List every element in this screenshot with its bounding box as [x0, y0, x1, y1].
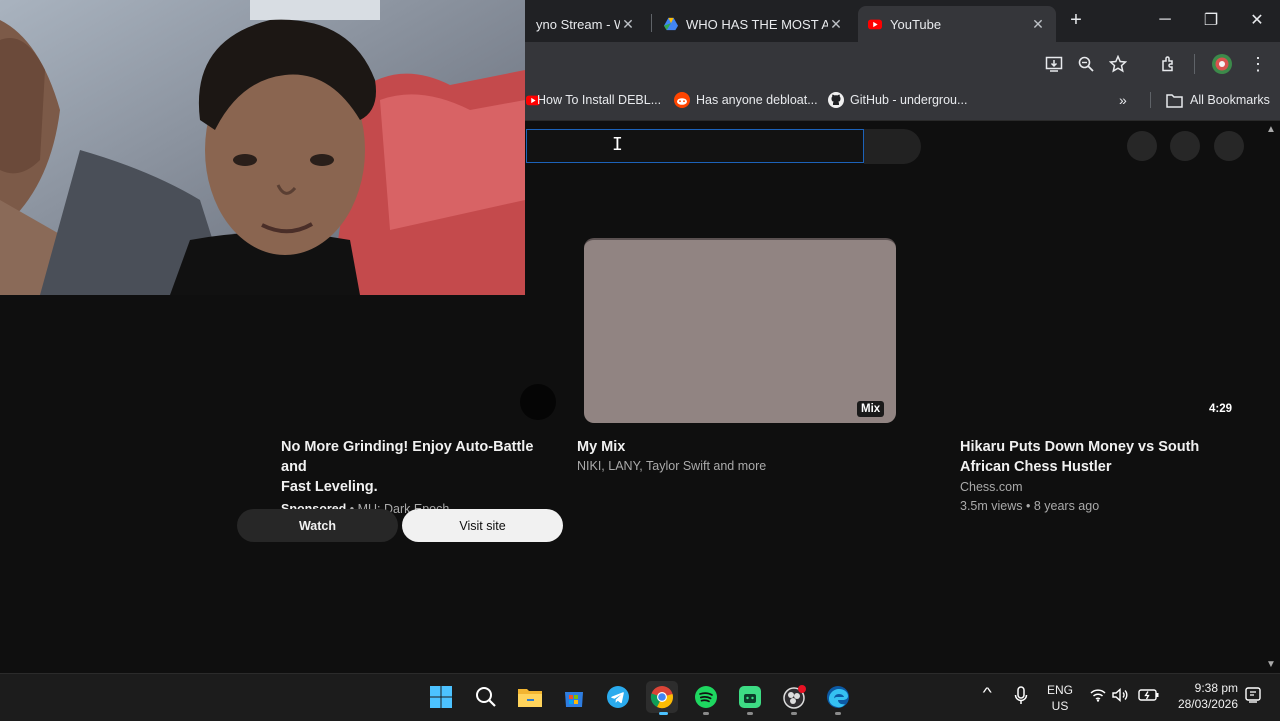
clock[interactable]: 9:38 pm 28/03/2026: [1172, 680, 1238, 712]
youtube-favicon: [868, 19, 882, 30]
scrollbar-up-arrow[interactable]: ▲: [1266, 124, 1276, 135]
obs-icon[interactable]: [778, 681, 810, 713]
bookmark-label: How To Install DEBL...: [537, 93, 662, 107]
visit-site-button[interactable]: Visit site: [402, 509, 563, 542]
video-title: My Mix: [577, 439, 626, 455]
tab-who-has-the-most[interactable]: WHO HAS THE MOST AU ✕: [654, 6, 854, 42]
spotify-running-indicator: [703, 712, 709, 715]
microphone-icon[interactable]: [1014, 686, 1028, 711]
all-bookmarks-button[interactable]: All Bookmarks: [1166, 90, 1270, 110]
extensions-icon[interactable]: [1155, 50, 1183, 78]
toolbar-divider: [1194, 54, 1195, 74]
channel-name: Chess.com: [960, 480, 1023, 494]
language-indicator[interactable]: ENG US: [1046, 682, 1074, 714]
bookmark-label: Has anyone debloat...: [696, 93, 818, 107]
close-icon[interactable]: ✕: [828, 16, 844, 33]
clock-time: 9:38 pm: [1194, 681, 1238, 695]
windows-start-icon[interactable]: [425, 681, 457, 713]
notifications-icon[interactable]: [1245, 687, 1261, 708]
telegram-icon[interactable]: [602, 681, 634, 713]
microsoft-store-icon[interactable]: [558, 681, 590, 713]
new-tab-button[interactable]: +: [1066, 8, 1086, 32]
search-button[interactable]: [864, 129, 921, 164]
channel-avatar[interactable]: [520, 384, 556, 420]
duration-badge: 4:29: [1209, 403, 1233, 415]
minimize-button[interactable]: ─: [1142, 0, 1188, 40]
video-title-line: No More Grinding! Enjoy Auto-Battle and: [281, 439, 534, 475]
obs-running-indicator: [791, 712, 797, 715]
search-input[interactable]: [526, 129, 864, 163]
spotify-icon[interactable]: [690, 681, 722, 713]
window-close-button[interactable]: ✕: [1234, 0, 1280, 40]
wifi-icon[interactable]: [1090, 688, 1106, 707]
edge-icon[interactable]: [822, 681, 854, 713]
folder-icon: [1166, 93, 1183, 108]
tab-stream[interactable]: yno Stream - Wat ✕: [526, 6, 646, 42]
search-icon[interactable]: [470, 681, 502, 713]
reddit-icon: [674, 92, 690, 108]
mix-subtitle: NIKI, LANY, Taylor Swift and more: [577, 459, 767, 473]
close-icon[interactable]: ✕: [1030, 16, 1046, 33]
restore-button[interactable]: ❐: [1188, 0, 1234, 40]
video-title-line: Hikaru Puts Down Money vs South: [960, 439, 1200, 455]
video-title-line: African Chess Hustler: [960, 459, 1112, 475]
google-drive-favicon: [664, 17, 678, 31]
video-title-line: Fast Leveling.: [281, 479, 378, 495]
tray-overflow-chevron-icon[interactable]: ^: [983, 684, 992, 700]
bookmark-github[interactable]: GitHub - undergrou...: [828, 90, 967, 110]
mix-thumbnail[interactable]: [584, 238, 896, 423]
volume-icon[interactable]: [1112, 687, 1130, 707]
create-button[interactable]: [1127, 131, 1157, 161]
tab-title: WHO HAS THE MOST AU: [686, 16, 828, 32]
bookmark-star-icon[interactable]: [1104, 50, 1132, 78]
account-avatar[interactable]: [1214, 131, 1244, 161]
close-icon[interactable]: ✕: [620, 16, 636, 33]
video-card-mix[interactable]: My Mix NIKI, LANY, Taylor Swift and more: [577, 437, 897, 476]
webcam-feed-image: [0, 0, 525, 295]
notifications-button[interactable]: [1170, 131, 1200, 161]
watch-button[interactable]: Watch: [237, 509, 398, 542]
zoom-icon[interactable]: [1072, 50, 1100, 78]
install-app-icon[interactable]: [1040, 50, 1068, 78]
bookmarks-divider: [1150, 92, 1151, 108]
windows-taskbar: [0, 673, 1280, 721]
chrome-icon[interactable]: [646, 681, 678, 713]
bookmark-install-debl[interactable]: How To Install DEBL...: [526, 90, 661, 110]
bookmarks-overflow-button[interactable]: »: [1119, 90, 1127, 110]
chrome-running-indicator: [659, 712, 668, 715]
kebab-menu-icon[interactable]: ⋮: [1244, 50, 1272, 78]
webcam-overlay: [0, 0, 525, 295]
mix-badge: Mix: [857, 401, 885, 417]
edge-running-indicator: [835, 712, 841, 715]
file-explorer-icon[interactable]: [514, 681, 546, 713]
video-views-age: 3.5m views • 8 years ago: [960, 499, 1100, 513]
clock-date: 28/03/2026: [1177, 697, 1238, 711]
video-card-chess[interactable]: Hikaru Puts Down Money vs South African …: [960, 437, 1250, 516]
region-code: US: [1051, 699, 1069, 713]
language-code: ENG: [1046, 683, 1073, 697]
scrollbar-down-arrow[interactable]: ▼: [1266, 659, 1276, 670]
github-icon: [828, 92, 844, 108]
profile-avatar[interactable]: [1208, 50, 1236, 78]
tab-title: YouTube: [890, 16, 942, 32]
video-card-sponsored[interactable]: No More Grinding! Enjoy Auto-Battle and …: [281, 437, 561, 519]
android-app-icon[interactable]: [734, 681, 766, 713]
tab-youtube[interactable]: YouTube ✕: [858, 6, 1056, 42]
bookmark-reddit[interactable]: Has anyone debloat...: [674, 90, 818, 110]
battery-icon[interactable]: [1138, 688, 1160, 707]
android-running-indicator: [747, 712, 753, 715]
tab-separator: [651, 14, 652, 32]
tab-title: yno Stream - Wat: [536, 16, 620, 32]
all-bookmarks-label: All Bookmarks: [1190, 93, 1270, 107]
text-cursor-icon: I: [612, 134, 623, 155]
bookmark-label: GitHub - undergrou...: [850, 93, 968, 107]
